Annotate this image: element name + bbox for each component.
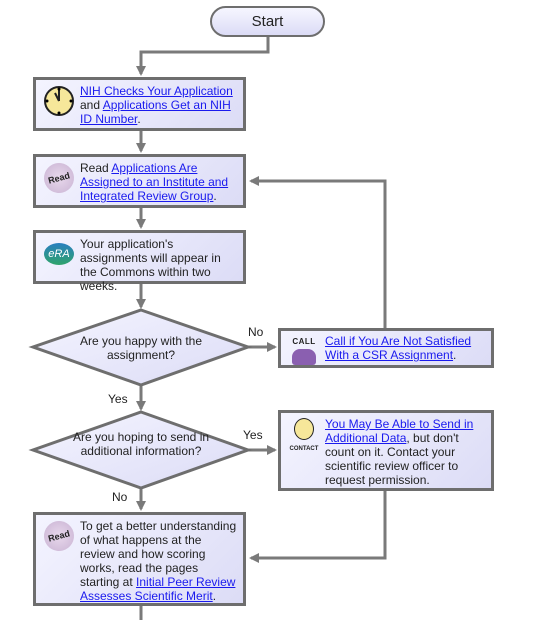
start-node: Start bbox=[210, 6, 325, 37]
text: and bbox=[80, 98, 103, 112]
decision2-text: Are you hoping to send in additional inf… bbox=[72, 430, 210, 458]
step-read-review: Read To get a better understanding of wh… bbox=[33, 512, 246, 606]
clock-icon bbox=[42, 84, 76, 118]
phone-icon: CALL bbox=[287, 334, 321, 366]
era-logo-text: eRA bbox=[44, 243, 74, 265]
read-icon-label: Read bbox=[40, 159, 78, 197]
step-commons: eRA Your application's assignments will … bbox=[33, 230, 246, 293]
read-icon: Read bbox=[40, 517, 78, 555]
step-read-assignment: Read Read Applications Are Assigned to a… bbox=[33, 154, 246, 208]
step-commons-text: Your application's assignments will appe… bbox=[80, 237, 221, 293]
step-nih-checks: NIH Checks Your Application and Applicati… bbox=[33, 77, 246, 131]
additional-data-box: CONTACT You May Be Able to Send in Addit… bbox=[278, 410, 494, 491]
decision1-yes-label: Yes bbox=[108, 392, 128, 406]
text: . bbox=[137, 112, 141, 126]
decision2-no-label: No bbox=[112, 490, 128, 504]
text: . bbox=[213, 189, 217, 203]
link-nih-checks[interactable]: NIH Checks Your Application bbox=[80, 84, 233, 98]
call-csr-box: CALL Call if You Are Not Satisfied With … bbox=[278, 328, 494, 368]
era-logo: eRA bbox=[42, 237, 76, 271]
text: . bbox=[453, 348, 457, 362]
decision2-yes-label: Yes bbox=[243, 428, 263, 442]
arrow-call-back-to-step2 bbox=[249, 176, 387, 328]
read-icon: Read bbox=[40, 159, 78, 197]
contact-face-icon: CONTACT bbox=[287, 417, 321, 457]
read-icon-label: Read bbox=[40, 517, 78, 555]
link-nih-id-number[interactable]: Applications Get an NIH ID Number bbox=[80, 98, 231, 126]
decision1-text: Are you happy with the assignment? bbox=[79, 334, 203, 362]
text: Read bbox=[80, 161, 112, 175]
phone-icon-label: CALL bbox=[292, 337, 316, 346]
arrow-contact-to-step4 bbox=[249, 490, 387, 563]
text: . bbox=[212, 589, 217, 603]
arrow-start-to-step1 bbox=[136, 37, 270, 76]
decision1-no-label: No bbox=[248, 325, 264, 339]
link-call-csr[interactable]: Call if You Are Not Satisfied With a CSR… bbox=[325, 334, 471, 362]
contact-icon-label: CONTACT bbox=[289, 446, 319, 452]
